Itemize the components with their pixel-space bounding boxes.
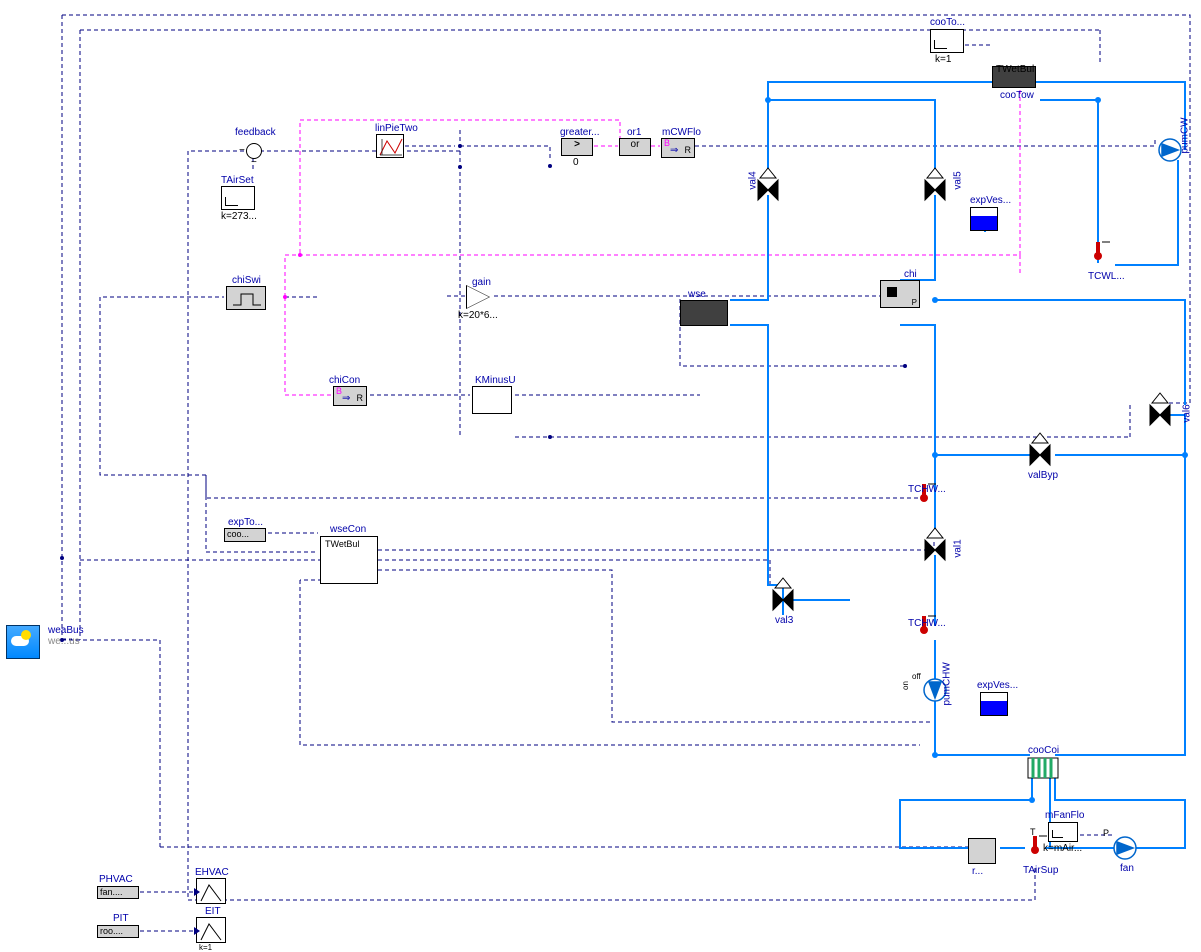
pit-label: PIT (113, 913, 129, 924)
diagram-canvas: weaBus we...us feedback − − TAirSet k=27… (0, 0, 1201, 949)
chi-p: P (912, 298, 917, 307)
wsecon-twet: TWetBul (325, 539, 359, 549)
mfanflo-label: mFanFlo (1045, 810, 1084, 821)
wsecon-label: wseCon (330, 524, 366, 535)
room-label: r... (972, 866, 983, 877)
chicon-label: chiCon (329, 375, 360, 386)
pumcw-label: pumCW (1180, 117, 1191, 153)
tchw-top-label: TCHW... (908, 484, 946, 495)
phvac-block[interactable]: fan.... (97, 886, 139, 899)
or1-block[interactable]: or (619, 138, 651, 156)
minus-sign: − (239, 145, 245, 156)
chi-label: chi (904, 269, 917, 280)
eit-block[interactable] (196, 917, 226, 943)
expto-block[interactable]: coo... (224, 528, 266, 542)
eit-k: k=1 (199, 943, 212, 952)
greater-zero-label: 0 (573, 157, 579, 168)
chiswi-block[interactable] (226, 286, 266, 310)
wse-block[interactable] (680, 300, 728, 326)
chicon-block[interactable]: B ⇒ R (333, 386, 367, 406)
pit-block[interactable]: roo.... (97, 925, 139, 938)
pumchw-label: pumCHW (942, 662, 953, 705)
minus-sign-2: − (251, 157, 257, 168)
coocoi-label: cooCoi (1028, 745, 1059, 756)
feedback-label: feedback (235, 127, 276, 138)
phvac-label: PHVAC (99, 874, 133, 885)
linpietwo-block[interactable] (376, 134, 404, 158)
expves1-label: expVes... (970, 195, 1011, 206)
greater-block[interactable]: > (561, 138, 593, 156)
expves2-block[interactable] (980, 692, 1008, 716)
pit-text: roo.... (100, 926, 123, 936)
cooto-k: k=1 (935, 54, 951, 65)
wire-overlay (0, 0, 1201, 949)
arrow: ⇒ (670, 145, 678, 156)
pump-on-label: on (901, 681, 910, 690)
tchw-bot-label: TCHW... (908, 618, 946, 629)
tairsup-label: TAirSup (1023, 865, 1058, 876)
val6-label: val6 (1182, 404, 1193, 422)
chi-block[interactable]: P (880, 280, 920, 308)
mfanflo-k: k=mAir... (1043, 843, 1082, 854)
eit-label: EIT (205, 906, 221, 917)
tairset-k-label: k=273... (221, 211, 257, 222)
tairsup-t: T (1030, 827, 1036, 837)
valbyp-label: valByp (1028, 470, 1058, 481)
twetbul-label: TWetBul (996, 64, 1034, 75)
chiswi-label: chiSwi (232, 275, 261, 286)
weather-data-icon (6, 625, 40, 659)
fan-label: fan (1120, 863, 1134, 874)
wsecon-block[interactable]: TWetBul (320, 536, 378, 584)
chicon-arrow: ⇒ (342, 393, 350, 404)
expto-label: expTo... (228, 517, 263, 528)
or1-label: or1 (627, 127, 641, 138)
r-suffix: R (685, 145, 692, 155)
phvac-text: fan.... (100, 887, 123, 897)
gain-block[interactable] (466, 285, 490, 309)
kminusu-block[interactable] (472, 386, 512, 414)
mcwflo-block[interactable]: B ⇒ R (661, 138, 695, 158)
gt-symbol: > (574, 139, 580, 150)
weabus-label: weaBus (48, 625, 84, 636)
expto-text: coo... (227, 529, 249, 539)
kminusu-label: KMinusU (475, 375, 516, 386)
val5-label: val5 (953, 171, 964, 189)
fan-p: P (1103, 828, 1109, 838)
room-block[interactable] (968, 838, 996, 864)
tairset-block[interactable] (221, 186, 255, 210)
expves1-block[interactable] (970, 207, 998, 231)
expves2-label: expVes... (977, 680, 1018, 691)
cooto-label: cooTo... (930, 17, 965, 28)
val3-label: val3 (775, 615, 793, 626)
ehvac-label: EHVAC (195, 867, 229, 878)
mcwflo-label: mCWFlo (662, 127, 701, 138)
cootow-label: cooTow (1000, 90, 1034, 101)
chicon-r: R (357, 393, 364, 403)
linpietwo-label: linPieTwo (375, 123, 418, 134)
cooto-block[interactable] (930, 29, 964, 53)
val4-label: val4 (748, 171, 759, 189)
tcwl-label: TCWL... (1088, 271, 1125, 282)
val1-label: val1 (953, 539, 964, 557)
or-text: or (631, 139, 640, 150)
gain-k-label: k=20*6... (458, 310, 498, 321)
greater-label: greater... (560, 127, 599, 138)
ehvac-block[interactable] (196, 878, 226, 904)
pump-off-label: off (912, 672, 921, 681)
weabus-sublabel: we...us (48, 636, 80, 647)
mfanflo-block[interactable] (1048, 822, 1078, 842)
tairset-label: TAirSet (221, 175, 254, 186)
wse-label: wse (688, 289, 706, 300)
